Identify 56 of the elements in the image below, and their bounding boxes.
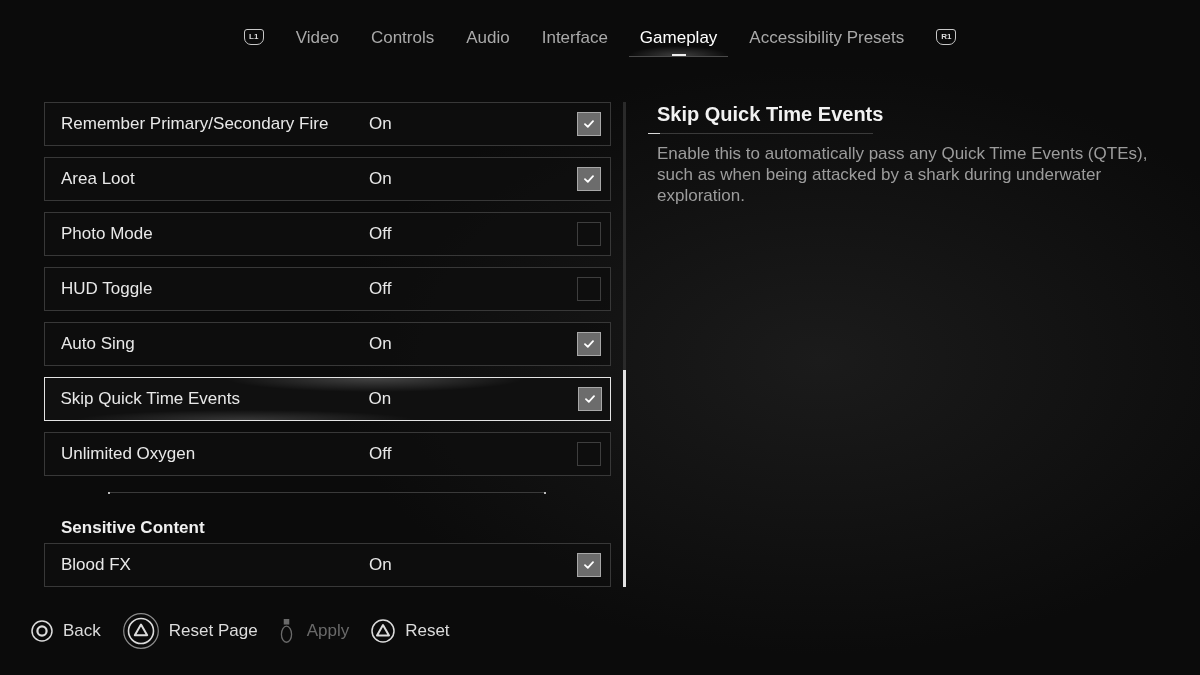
checkbox[interactable]: [577, 442, 601, 466]
triangle-button-icon: [371, 619, 396, 643]
checkmark-icon: [584, 340, 594, 348]
setting-label: Blood FX: [61, 555, 132, 575]
checkmark-icon: [584, 175, 594, 183]
circle-button-icon: [31, 620, 53, 642]
footer-button[interactable]: Reset: [371, 619, 450, 643]
setting-row[interactable]: Area Loot On: [44, 157, 611, 201]
checkbox[interactable]: [577, 222, 601, 246]
tab[interactable]: Video: [284, 26, 350, 57]
setting-value: On: [369, 555, 393, 575]
tab[interactable]: Controls: [359, 26, 446, 57]
checkmark-icon: [584, 395, 595, 403]
setting-label: Area Loot: [61, 169, 136, 189]
setting-label: Remember Primary/Secondary Fire: [61, 114, 330, 134]
setting-value: Off: [369, 279, 393, 299]
tab[interactable]: Accessibility Presets: [738, 26, 916, 57]
checkmark-icon: [584, 561, 594, 569]
checkbox[interactable]: [577, 553, 601, 577]
setting-value: Off: [369, 444, 393, 464]
tab[interactable]: Audio: [455, 26, 521, 57]
tab[interactable]: Interface: [530, 26, 619, 57]
setting-row[interactable]: Unlimited Oxygen Off: [44, 432, 611, 476]
setting-value: On: [368, 389, 393, 409]
shoulder-button-badge[interactable]: R1: [936, 29, 957, 45]
setting-value: On: [369, 114, 393, 134]
scrollbar-thumb[interactable]: [623, 370, 626, 587]
setting-row[interactable]: Blood FX On: [44, 543, 611, 587]
setting-row[interactable]: Photo Mode Off: [44, 212, 611, 256]
setting-row[interactable]: Skip Quick Time Events On: [44, 377, 611, 421]
setting-label: Unlimited Oxygen: [61, 444, 197, 464]
checkbox[interactable]: [577, 332, 601, 356]
button-prompt-icon: [279, 619, 293, 643]
checkmark-icon: [584, 120, 594, 128]
setting-row[interactable]: HUD Toggle Off: [44, 267, 611, 311]
footer-button[interactable]: Back: [31, 620, 101, 642]
checkbox[interactable]: [577, 277, 601, 301]
setting-row[interactable]: Remember Primary/Secondary Fire On: [44, 102, 611, 146]
setting-label: Photo Mode: [61, 224, 154, 244]
triangle-button-icon: [122, 613, 159, 649]
footer-button[interactable]: Reset Page: [122, 613, 258, 649]
setting-label: HUD Toggle: [61, 279, 154, 299]
setting-row[interactable]: Auto Sing On: [44, 322, 611, 366]
setting-value: On: [369, 334, 393, 354]
section-heading: Sensitive Content: [60, 518, 206, 538]
setting-label: Skip Quick Time Events: [60, 389, 241, 409]
checkbox[interactable]: [577, 387, 602, 411]
shoulder-button-badge[interactable]: L1: [243, 29, 264, 45]
checkbox[interactable]: [577, 167, 601, 191]
setting-label: Auto Sing: [61, 334, 136, 354]
setting-value: On: [369, 169, 393, 189]
scrollbar-track[interactable]: [623, 102, 626, 587]
setting-value: Off: [369, 224, 393, 244]
detail-description: Enable this to automatically pass any Quick Time Events (QTEs), such as when being attacked by a shark during underwater exploration.: [656, 143, 1149, 206]
checkbox[interactable]: [577, 112, 601, 136]
detail-title: Skip Quick Time Events: [656, 102, 885, 126]
